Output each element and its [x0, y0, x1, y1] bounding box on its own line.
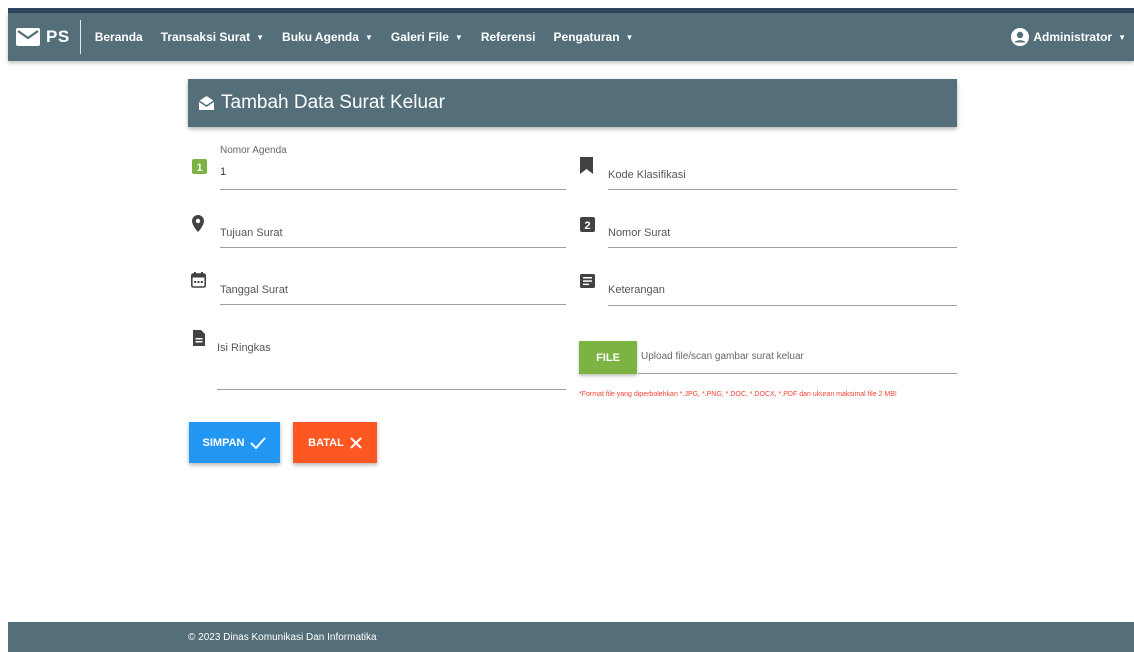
tanggal-surat-underline — [220, 304, 566, 305]
place-icon — [192, 215, 204, 232]
nav-pengaturan[interactable]: Pengaturan ▼ — [554, 30, 634, 44]
check-icon — [250, 436, 267, 449]
tujuan-surat-input[interactable]: Tujuan Surat — [220, 227, 283, 239]
caret-down-icon: ▼ — [1118, 32, 1126, 42]
nav-buku-agenda[interactable]: Buku Agenda ▼ — [282, 30, 373, 44]
file-path-underline — [638, 373, 957, 374]
brand[interactable]: PS — [8, 13, 70, 61]
keterangan-underline — [608, 305, 957, 306]
brand-separator — [79, 20, 81, 54]
isi-ringkas-field: Isi Ringkas — [193, 330, 566, 392]
nomor-surat-input[interactable]: Nomor Surat — [608, 227, 670, 239]
tanggal-surat-field: Tanggal Surat — [191, 272, 566, 308]
looks-one-icon: 1 — [192, 159, 207, 174]
nomor-agenda-underline — [220, 189, 566, 190]
nav-pengaturan-label: Pengaturan — [553, 30, 620, 44]
nomor-surat-field: 2 Nomor Surat — [580, 217, 957, 253]
looks-two-icon: 2 — [580, 217, 595, 232]
user-menu[interactable]: Administrator ▼ — [1011, 28, 1126, 46]
navbar: PS Beranda Transaksi Surat ▼ Buku Agenda… — [8, 13, 1134, 61]
nav-galeri-file[interactable]: Galeri File ▼ — [391, 30, 463, 44]
kode-klasifikasi-underline — [608, 189, 957, 190]
subject-icon — [580, 274, 595, 288]
nav-galeri-file-label: Galeri File — [390, 30, 449, 44]
nav-beranda-label: Beranda — [94, 30, 143, 44]
keterangan-field: Keterangan — [580, 274, 957, 308]
file-upload-button[interactable]: FILE — [579, 341, 637, 374]
drafts-icon — [198, 96, 215, 110]
svg-text:2: 2 — [584, 220, 590, 232]
brand-text: PS — [46, 27, 70, 46]
file-path-input[interactable]: Upload file/scan gambar surat keluar — [641, 351, 804, 362]
caret-down-icon: ▼ — [454, 32, 463, 42]
cancel-button[interactable]: BATAL — [293, 422, 377, 463]
file-format-note: *Format file yang diperbolehkan *.JPG, *… — [579, 391, 897, 398]
nomor-surat-underline — [608, 247, 957, 248]
save-button[interactable]: SIMPAN — [189, 422, 280, 463]
caret-down-icon: ▼ — [256, 32, 265, 42]
close-icon — [350, 436, 362, 449]
account-circle-icon — [1011, 28, 1030, 46]
tujuan-surat-field: Tujuan Surat — [192, 213, 566, 253]
nav-referensi[interactable]: Referensi — [481, 30, 536, 44]
card-header: Tambah Data Surat Keluar — [188, 79, 957, 127]
caret-down-icon: ▼ — [364, 32, 373, 42]
save-button-label: SIMPAN — [202, 436, 245, 449]
nav-transaksi-surat-label: Transaksi Surat — [160, 30, 251, 44]
mail-icon — [16, 28, 40, 46]
cancel-button-label: BATAL — [308, 436, 344, 449]
tanggal-surat-input[interactable]: Tanggal Surat — [220, 284, 288, 296]
svg-text:1: 1 — [196, 162, 202, 174]
isi-ringkas-input[interactable]: Isi Ringkas — [217, 342, 271, 354]
nomor-agenda-label: Nomor Agenda — [220, 145, 287, 156]
kode-klasifikasi-input[interactable]: Kode Klasifikasi — [608, 169, 686, 181]
tujuan-surat-underline — [220, 247, 566, 248]
page-title: Tambah Data Surat Keluar — [221, 92, 445, 113]
kode-klasifikasi-field: Kode Klasifikasi — [580, 157, 957, 197]
nav-buku-agenda-label: Buku Agenda — [282, 30, 359, 44]
calendar-icon — [191, 272, 206, 288]
nav-referensi-label: Referensi — [480, 30, 536, 44]
footer-text: © 2023 Dinas Komunikasi Dan Informatika — [188, 631, 377, 643]
nomor-agenda-input[interactable]: 1 — [220, 166, 226, 178]
keterangan-input[interactable]: Keterangan — [608, 284, 665, 296]
nav-transaksi-surat[interactable]: Transaksi Surat ▼ — [161, 30, 264, 44]
nomor-agenda-field: 1 Nomor Agenda 1 — [192, 145, 566, 195]
nav-beranda[interactable]: Beranda — [95, 30, 143, 44]
footer: © 2023 Dinas Komunikasi Dan Informatika — [8, 622, 1134, 652]
isi-ringkas-underline — [217, 389, 566, 390]
caret-down-icon: ▼ — [625, 32, 634, 42]
bookmark-icon — [580, 157, 593, 174]
description-icon — [193, 330, 205, 346]
user-name: Administrator — [1033, 30, 1113, 44]
